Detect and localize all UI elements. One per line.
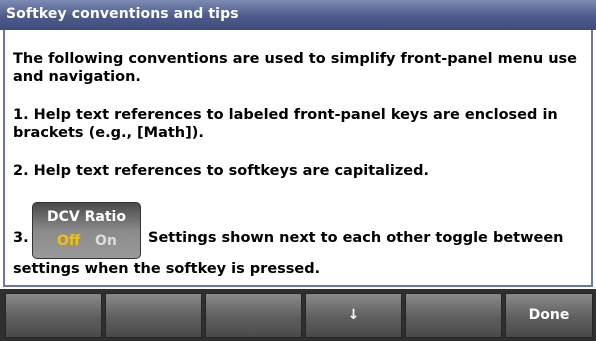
softkey-2[interactable]: [105, 293, 202, 338]
title-bar: Softkey conventions and tips: [0, 0, 596, 30]
convention-item-3-continued: settings when the softkey is pressed.: [13, 261, 321, 277]
softkey-5[interactable]: [405, 293, 502, 338]
intro-text: The following conventions are used to si…: [13, 51, 578, 85]
softkey-example-off-option: Off: [57, 233, 81, 249]
convention-item-1: 1. Help text references to labeled front…: [13, 107, 558, 141]
softkey-example-label: DCV Ratio: [47, 209, 126, 225]
page-title: Softkey conventions and tips: [6, 6, 239, 22]
convention-item-3-number: 3.: [13, 230, 29, 246]
convention-item-2: 2. Help text references to softkeys are …: [13, 163, 430, 179]
softkey-example-on-option: On: [95, 233, 117, 249]
softkey-bar: ↓ Done: [0, 289, 596, 341]
help-screen: Softkey conventions and tips The followi…: [0, 0, 596, 341]
scroll-down-button[interactable]: ↓: [305, 293, 402, 338]
convention-item-3-text: Settings shown next to each other toggle…: [148, 230, 564, 246]
softkey-3[interactable]: [205, 293, 302, 338]
dcv-ratio-softkey-example: DCV Ratio Off On: [32, 202, 141, 259]
done-button[interactable]: Done: [505, 293, 593, 338]
softkey-1[interactable]: [5, 293, 102, 338]
help-text-panel: The following conventions are used to si…: [3, 30, 593, 287]
